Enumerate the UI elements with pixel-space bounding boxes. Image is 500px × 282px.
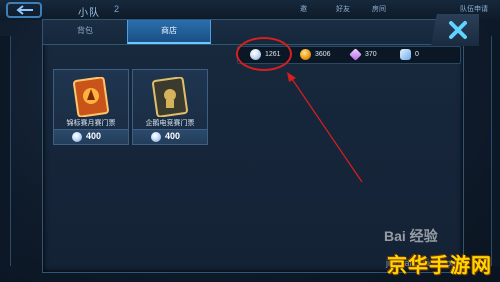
brand-watermark: 京华手游网 <box>387 255 492 277</box>
baidu-watermark: Bai 经验 <box>384 228 438 244</box>
